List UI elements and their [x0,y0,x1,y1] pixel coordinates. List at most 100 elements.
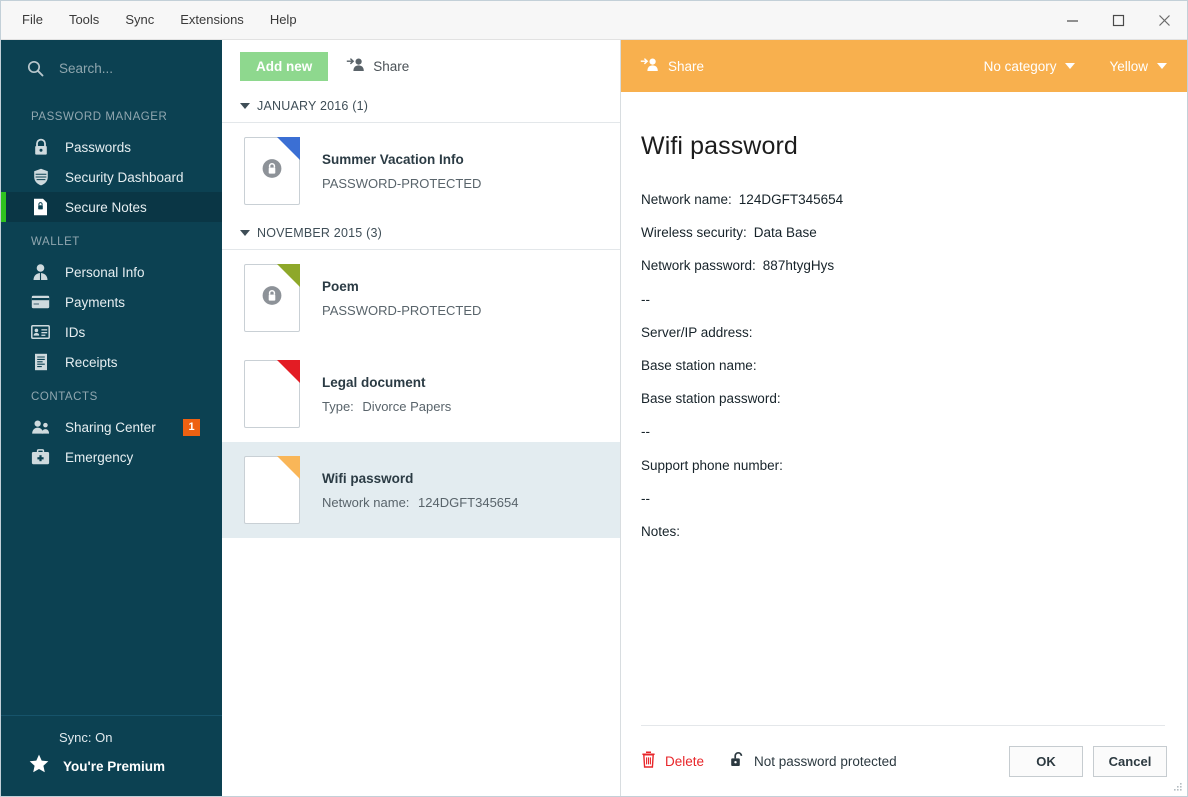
group-header-november-2015[interactable]: NOVEMBER 2015 (3) [222,219,620,250]
detail-panel: Share No category Yellow Wifi password N… [621,40,1187,796]
minimize-icon[interactable] [1049,1,1095,39]
detail-footer-actions: OK Cancel [1009,745,1167,777]
status-badge: 1 [183,418,200,436]
detail-footer: Delete Not password protected OK Cancel [621,726,1187,796]
note-text: Wifi password Network name: 124DGFT34565… [322,471,519,510]
window-controls [1049,1,1187,39]
note-subtitle-key: PASSWORD-PROTECTED [322,175,482,191]
nav-section-contacts: CONTACTS [31,391,98,403]
nav-section-wallet: WALLET [31,236,80,248]
sidebar-item-label: Security Dashboard [65,169,184,185]
search-input[interactable] [59,61,199,76]
field-key: Support phone number: [641,457,783,473]
menu-bar: File Tools Sync Extensions Help [1,1,310,39]
color-label: Yellow [1109,58,1148,74]
premium-status[interactable]: You're Premium [1,754,222,778]
note-title: Poem [322,278,359,294]
color-dropdown[interactable]: Yellow [1109,59,1167,74]
sidebar-item-receipts[interactable]: Receipts [1,347,222,377]
group-header-label: JANUARY 2016 (1) [257,99,369,113]
field-key: Network name: [641,192,732,207]
field-key: Network password: [641,258,756,274]
page-title: Wifi password [641,132,798,160]
sidebar-item-emergency[interactable]: Emergency [1,442,222,472]
field-key: Wireless security: [641,225,747,241]
lock-badge-icon [262,285,283,311]
sidebar-item-sharing-center[interactable]: Sharing Center 1 [1,412,222,442]
note-list-panel: Add new Share JANUARY 2016 (1) Summer Va… [222,40,621,796]
detail-field: Wireless security: Data Base [641,225,1157,241]
field-key: Notes: [641,523,681,539]
detail-field: Support phone number: [641,458,1157,474]
chevron-down-icon [1065,63,1076,69]
app-window: File Tools Sync Extensions Help Search..… [0,0,1188,797]
list-item[interactable]: Legal document Type: Divorce Papers [222,346,620,442]
detail-share-button[interactable]: Share [640,57,704,75]
note-text: Poem PASSWORD-PROTECTED [322,279,481,318]
lock-badge-icon [262,158,283,184]
ok-button[interactable]: OK [1009,745,1083,777]
doc-fold-corner [277,264,300,287]
field-key: Base station name: [641,357,757,373]
note-subtitle-key: PASSWORD-PROTECTED [322,302,482,318]
doc-fold-corner [277,456,300,479]
note-text: Legal document Type: Divorce Papers [322,375,451,414]
menu-item-help[interactable]: Help [257,1,310,39]
main-body: PASSWORD MANAGER Passwords [1,40,1187,796]
lock-icon [31,138,50,157]
list-item[interactable]: Summer Vacation Info PASSWORD-PROTECTED [222,123,620,219]
sidebar-item-label: Passwords [65,139,132,155]
people-icon [31,418,50,437]
note-subtitle-value: 124DGFT345654 [418,494,519,510]
doc-fold-corner [277,360,300,383]
cancel-button[interactable]: Cancel [1093,745,1167,777]
menu-item-file[interactable]: File [9,1,56,39]
detail-field: Network password: 887htygHys [641,258,1157,274]
resize-grip[interactable] [1169,780,1183,794]
delete-label: Delete [665,753,705,769]
note-title: Summer Vacation Info [322,151,464,167]
note-subtitle: Network name: 124DGFT345654 [322,495,519,510]
detail-field: -- [641,292,1157,308]
shield-icon [31,168,50,187]
field-key: -- [641,291,650,307]
sidebar-item-secure-notes[interactable]: Secure Notes [1,192,222,222]
sync-status: Sync: On [59,730,113,745]
maximize-icon[interactable] [1095,1,1141,39]
menu-item-sync[interactable]: Sync [112,1,167,39]
menu-item-extensions[interactable]: Extensions [167,1,257,39]
group-header-label: NOVEMBER 2015 (3) [257,226,382,240]
delete-button[interactable]: Delete [641,751,704,771]
field-value: 887htygHys [762,258,835,274]
add-new-button[interactable]: Add new [240,51,329,81]
sidebar-item-label: Receipts [65,354,118,370]
chevron-down-icon [1157,63,1167,69]
list-toolbar: Add new Share [222,40,620,92]
sidebar-item-security-dashboard[interactable]: Security Dashboard [1,162,222,192]
sidebar-item-ids[interactable]: IDs [1,317,222,347]
nav-section-password-manager: PASSWORD MANAGER [31,111,168,123]
field-key: Base station password: [641,391,781,407]
share-label: Share [373,58,410,74]
detail-field: Network name: 124DGFT345654 [641,192,1157,208]
group-header-january-2016[interactable]: JANUARY 2016 (1) [222,92,620,123]
trash-icon [641,751,656,771]
share-button[interactable]: Share [346,57,409,75]
category-dropdown[interactable]: No category [984,59,1076,74]
field-value: 124DGFT345654 [738,192,844,207]
sidebar-item-payments[interactable]: Payments [1,287,222,317]
receipt-icon [31,353,50,372]
list-item[interactable]: Wifi password Network name: 124DGFT34565… [222,442,620,538]
close-icon[interactable] [1141,1,1187,39]
sidebar-item-passwords[interactable]: Passwords [1,132,222,162]
list-item[interactable]: Poem PASSWORD-PROTECTED [222,250,620,346]
password-protection-toggle[interactable]: Not password protected [730,751,897,771]
detail-field: -- [641,491,1157,507]
note-document-icon [244,456,300,524]
detail-field: Server/IP address: [641,325,1157,341]
title-bar: File Tools Sync Extensions Help [1,1,1187,40]
sidebar-item-label: Emergency [65,449,134,465]
menu-item-tools[interactable]: Tools [56,1,112,39]
sidebar-item-personal-info[interactable]: Personal Info [1,257,222,287]
note-subtitle-value: Divorce Papers [362,398,452,414]
